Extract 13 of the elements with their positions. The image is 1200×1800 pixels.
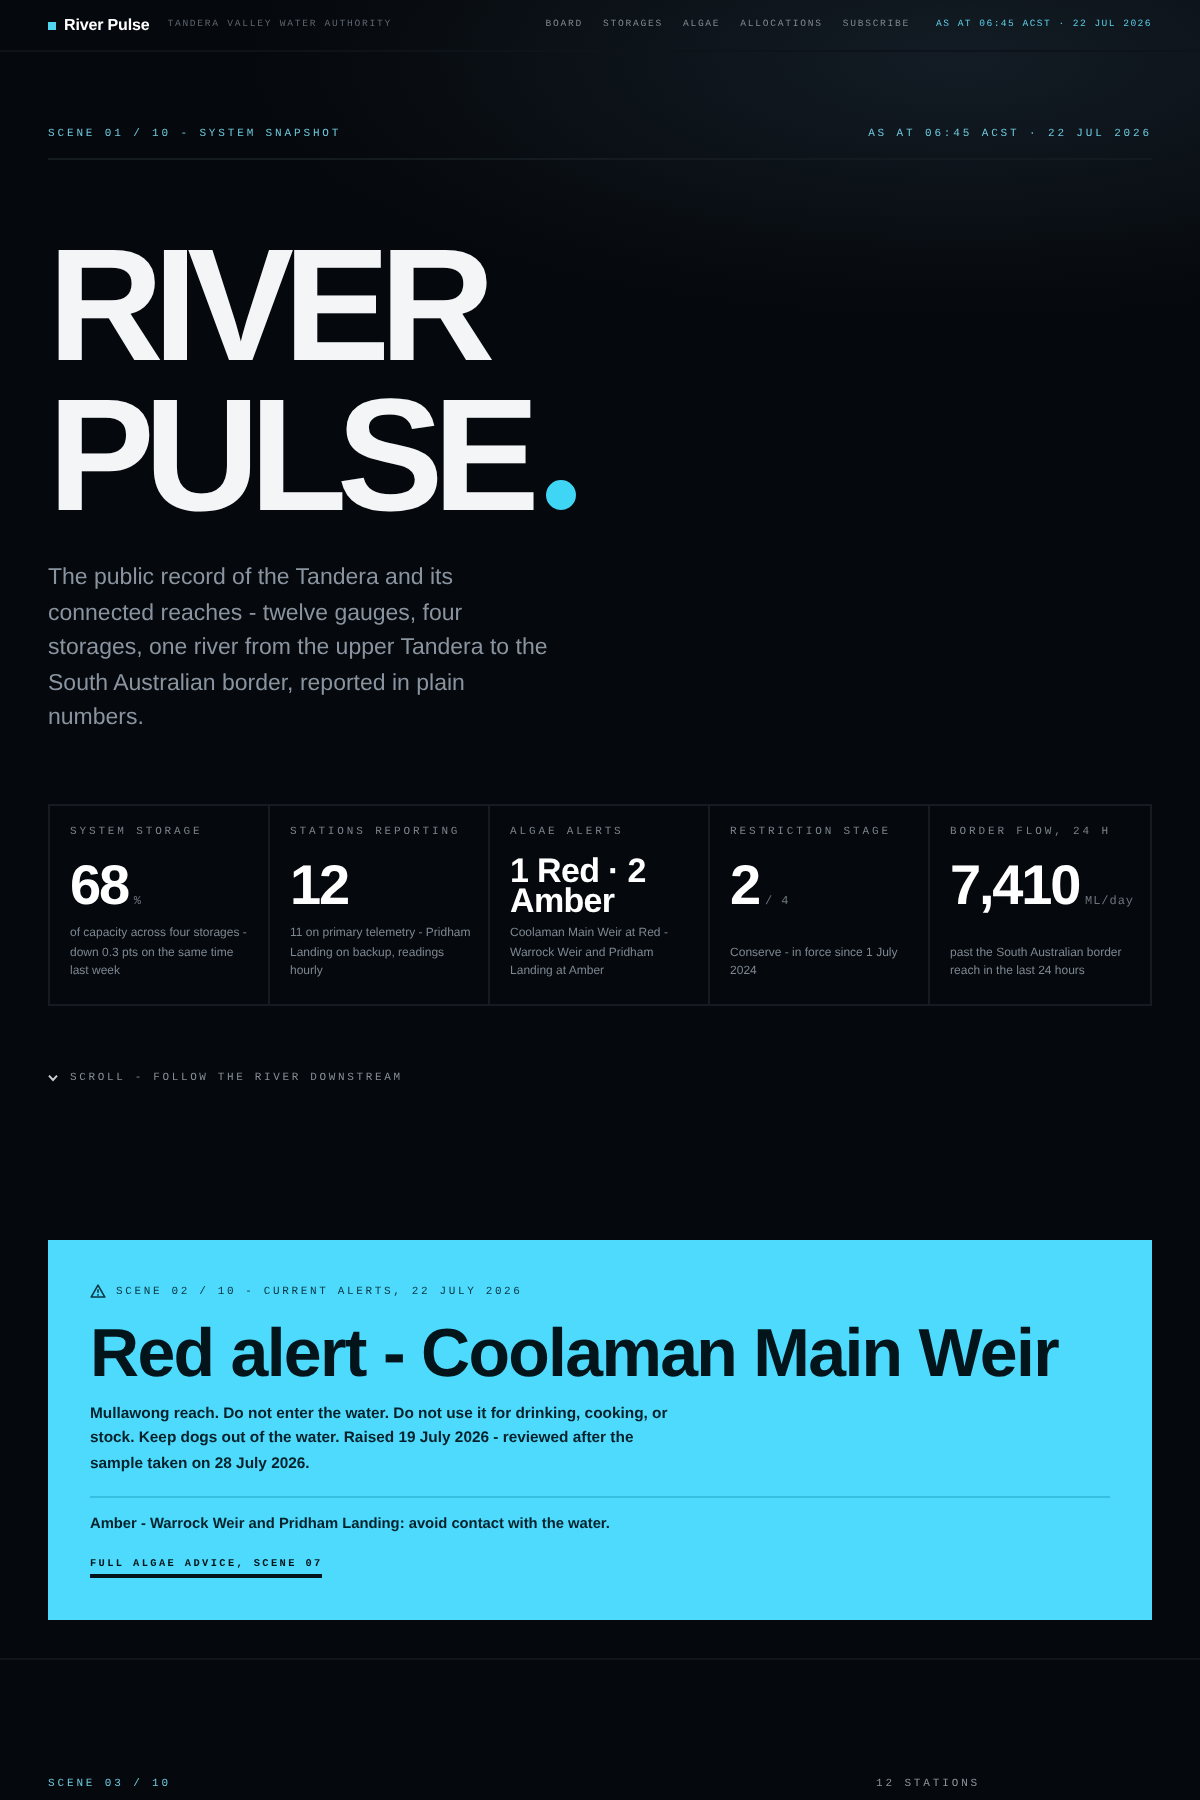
chevron-down-icon <box>48 1073 58 1081</box>
stat-value: 2 <box>730 855 761 915</box>
logo-mark-icon <box>48 21 56 29</box>
stat-value: 12 <box>290 855 350 915</box>
hero-title: RIVER PULSE <box>48 230 533 530</box>
alert-title: Red alert - Coolaman Main Weir <box>90 1317 1061 1389</box>
brand-name[interactable]: River Pulse <box>64 15 150 35</box>
stat-value: 7,410 <box>950 855 1082 915</box>
warning-icon <box>90 1284 106 1298</box>
stat-value: 68 <box>70 855 130 915</box>
accent-dot-icon <box>545 480 576 510</box>
stat-value: 1 Red · 2 Amber <box>510 855 648 915</box>
intro-paragraph: The public record of the Tandera and its connected reaches - twelve gauges, four storages, one river from the upper Tandera to the South Australian border, reported in plain numbers. <box>48 564 550 734</box>
